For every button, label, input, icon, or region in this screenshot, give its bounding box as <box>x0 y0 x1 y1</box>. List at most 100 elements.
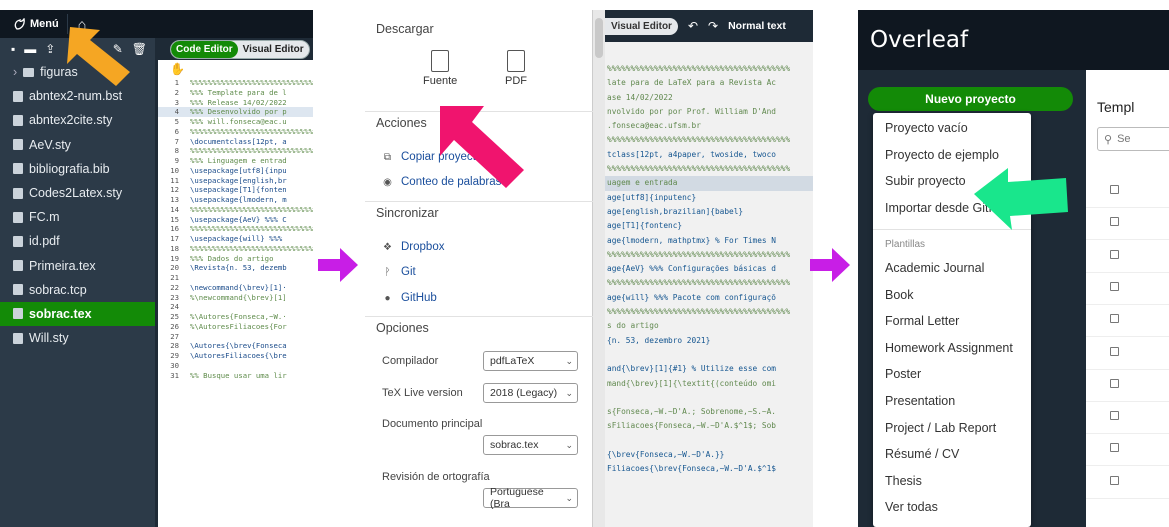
file-tree-item[interactable]: Codes2Latex.sty <box>0 181 155 205</box>
new-folder-icon[interactable]: ▬ <box>24 42 36 56</box>
template-menu-item[interactable]: Poster <box>885 367 921 381</box>
code-line[interactable]: 20 \Revista{n. 53, dezemb <box>158 263 313 273</box>
code-line[interactable]: 10 \usepackage[utf8]{inpu <box>158 166 313 176</box>
line-number: 21 <box>170 273 179 282</box>
compiler-select[interactable]: pdfLaTeX ⌄ <box>483 351 578 371</box>
code-line[interactable]: 8%%%%%%%%%%%%%%%%%%%%%%%%%%%%%% <box>158 146 313 156</box>
code-line[interactable]: 17 \usepackage{will} %%% <box>158 234 313 244</box>
file-tree-item[interactable]: sobrac.tcp <box>0 278 155 302</box>
dashboard-header: Overleaf <box>858 10 1169 70</box>
template-menu-item[interactable]: Academic Journal <box>885 261 984 275</box>
tab-visual-editor[interactable]: Visual Editor <box>605 17 678 35</box>
code-line[interactable]: 16%%%%%%%%%%%%%%%%%%%%%%%%%%%%%% <box>158 224 313 234</box>
new-file-icon[interactable]: ▪ <box>11 42 15 56</box>
template-menu-item[interactable]: Homework Assignment <box>885 341 1013 355</box>
code-line[interactable]: 23 %\newcommand{\brev}[1] <box>158 293 313 303</box>
template-menu-item[interactable]: Formal Letter <box>885 314 959 328</box>
file-tree-item[interactable]: FC.m <box>0 205 155 229</box>
code-line[interactable]: 30 <box>158 361 313 371</box>
file-tree-item[interactable]: bibliografia.bib <box>0 157 155 181</box>
file-tree-item[interactable]: sobrac.tex <box>0 301 155 327</box>
template-menu-item[interactable]: Ver todas <box>885 500 938 514</box>
code-line[interactable]: 29 \AutoresFiliacoes{\bre <box>158 351 313 361</box>
dropdown-menu-item[interactable]: Proyecto de ejemplo <box>885 148 999 162</box>
row-checkbox[interactable] <box>1110 185 1119 194</box>
template-menu-item[interactable]: Presentation <box>885 394 955 408</box>
redo-icon[interactable]: ↷ <box>708 19 718 33</box>
code-text: %\AutoresFiliacoes{For <box>190 321 287 331</box>
template-menu-item[interactable]: Thesis <box>885 474 922 488</box>
code-line[interactable]: 9 %%% Linguagem e entrad <box>158 156 313 166</box>
templates-main: Templ ⚲ Se <box>1086 70 1169 527</box>
code-line[interactable]: 24 <box>158 302 313 312</box>
new-project-button[interactable]: Nuevo proyecto <box>868 87 1073 111</box>
search-input[interactable]: ⚲ Se <box>1097 127 1169 151</box>
code-line[interactable]: 12 \usepackage[T1]{fonten <box>158 185 313 195</box>
row-checkbox[interactable] <box>1110 475 1119 485</box>
code-line[interactable]: 2 %%% Template para de l <box>158 88 313 98</box>
code-line[interactable]: 3 %%% Release 14/02/2022 <box>158 98 313 108</box>
code-line[interactable]: 25 %\Autores{Fonseca,~W.· <box>158 312 313 322</box>
line-number: 1 <box>174 78 179 87</box>
code-line[interactable]: 26 %\AutoresFiliacoes{For <box>158 322 313 332</box>
code-line[interactable]: 7 \documentclass[12pt, a <box>158 137 313 147</box>
template-menu-item[interactable]: Project / Lab Report <box>885 421 996 435</box>
file-tree-item[interactable]: AeV.sty <box>0 133 155 157</box>
template-menu-item[interactable]: Résumé / CV <box>885 447 959 461</box>
code-line[interactable]: 14%%%%%%%%%%%%%%%%%%%%%%%%%%%%%% <box>158 205 313 215</box>
dropdown-menu-item[interactable]: Subir proyecto <box>885 174 966 188</box>
code-text: \usepackage{lmodern, m <box>190 195 287 204</box>
download-source-button[interactable]: Fuente <box>423 50 457 87</box>
file-tree-item[interactable]: id.pdf <box>0 229 155 253</box>
file-tree-item[interactable]: Primeira.tex <box>0 254 155 278</box>
tab-code-editor[interactable]: Code Editor <box>171 40 238 58</box>
code-line[interactable]: 1%%%%%%%%%%%%%%%%%%%%%%%%%%%%%% <box>158 78 313 88</box>
template-menu-item[interactable]: Book <box>885 288 914 302</box>
row-checkbox[interactable] <box>1110 314 1119 324</box>
upload-icon[interactable]: ⇪ <box>45 42 55 56</box>
dropdown-menu-item[interactable]: Proyecto vacío <box>885 121 968 135</box>
code-line[interactable]: 4 %%% Desenvolvido por p <box>158 107 313 117</box>
chevron-down-icon: ⌄ <box>565 387 573 398</box>
code-editor[interactable]: Code Editor Visual Editor ✋ 1%%%%%%%%%%%… <box>158 38 313 527</box>
file-tree-label: abntex2-num.bst <box>29 89 123 104</box>
code-line[interactable]: 27 <box>158 332 313 342</box>
line-number: 14 <box>170 204 179 214</box>
github-item[interactable]: ● GitHub <box>382 292 436 304</box>
dropbox-item[interactable]: ❖ Dropbox <box>382 241 444 253</box>
menu-button[interactable]: Menú <box>6 14 68 34</box>
code-line[interactable]: 31 %% Busque usar uma lir <box>158 371 313 381</box>
download-pdf-button[interactable]: PDF <box>505 50 527 87</box>
main-doc-select[interactable]: sobrac.tex ⌄ <box>483 435 578 455</box>
row-checkbox[interactable] <box>1110 443 1119 453</box>
code-line[interactable]: 15 \usepackage{AeV} %%% C <box>158 215 313 225</box>
file-tree-item[interactable]: Will.sty <box>0 326 155 350</box>
code-line[interactable]: 28 \Autores{\brev{Fonseca <box>158 341 313 351</box>
chevron-right-icon[interactable]: › <box>13 65 17 79</box>
texlive-select[interactable]: 2018 (Legacy) ⌄ <box>483 383 578 403</box>
row-checkbox[interactable] <box>1110 411 1119 421</box>
spell-select[interactable]: Portuguese (Bra ⌄ <box>483 486 578 510</box>
undo-icon[interactable]: ↶ <box>688 19 698 33</box>
code-line[interactable]: 11 \usepackage[english,br <box>158 176 313 186</box>
code-line[interactable]: 13 \usepackage{lmodern, m <box>158 195 313 205</box>
text-style-dropdown[interactable]: Normal text <box>728 20 786 32</box>
code-line[interactable]: 6%%%%%%%%%%%%%%%%%%%%%%%%%%%%%% <box>158 127 313 137</box>
file-tree-item[interactable]: abntex2cite.sty <box>0 108 155 132</box>
git-item[interactable]: ᚹ Git <box>382 266 416 278</box>
row-checkbox[interactable] <box>1110 281 1119 291</box>
code-line[interactable]: 19 %%% Dados do artigo <box>158 254 313 264</box>
code-line[interactable]: 21 <box>158 273 313 283</box>
code-line[interactable]: 22 \newcommand{\brev}[1]· <box>158 283 313 293</box>
row-checkbox[interactable] <box>1110 346 1119 356</box>
tab-visual-editor[interactable]: Visual Editor <box>238 41 309 58</box>
row-checkbox[interactable] <box>1110 378 1119 388</box>
row-checkbox[interactable] <box>1110 249 1119 259</box>
menu-scrollbar[interactable] <box>593 10 605 527</box>
row-checkbox[interactable] <box>1110 217 1119 227</box>
track-changes-icon[interactable]: ✋ <box>170 62 185 76</box>
code-line[interactable]: 5 %%% will.fonseca@eac.u <box>158 117 313 127</box>
code-text: %%%%%%%%%%%%%%%%%%%%%%%%%%%%%% <box>190 78 313 87</box>
overleaf-logo[interactable]: Overleaf <box>870 27 968 53</box>
code-line[interactable]: 18%%%%%%%%%%%%%%%%%%%%%%%%%%%%%% <box>158 244 313 254</box>
